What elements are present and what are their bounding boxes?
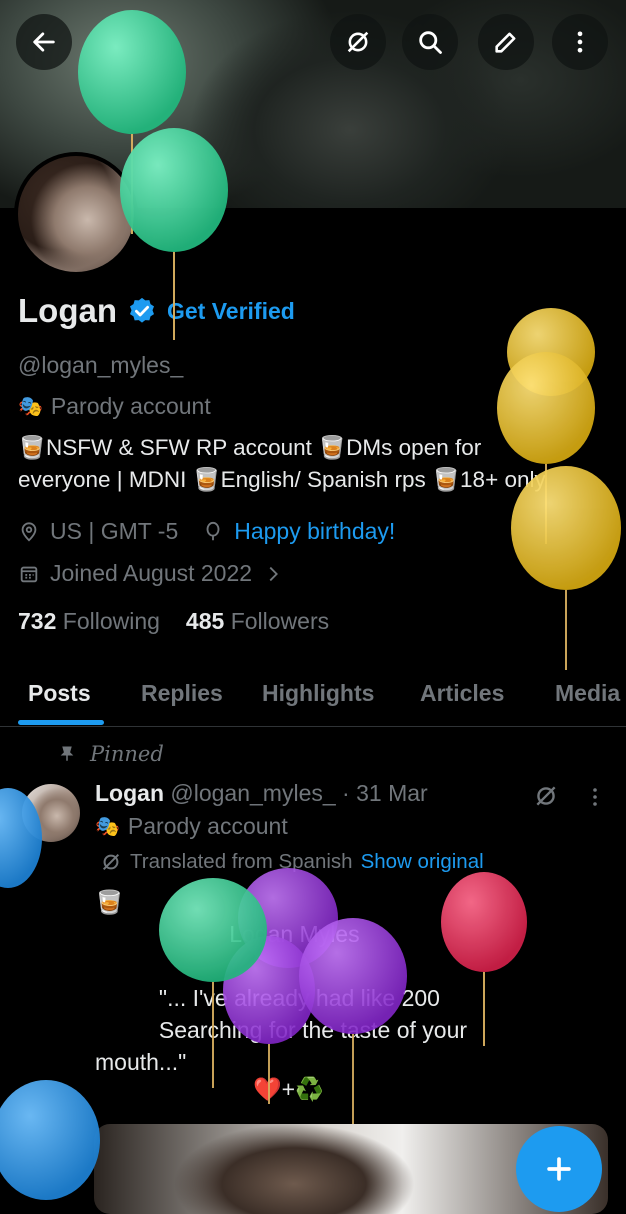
red-balloon <box>441 872 527 1046</box>
blue-balloon <box>0 1080 100 1200</box>
green-balloon <box>120 128 228 340</box>
birthday-balloons-overlay <box>0 10 621 1200</box>
yellow-balloon <box>511 466 621 670</box>
blue-balloon <box>0 788 42 888</box>
purple-balloon <box>299 918 407 1124</box>
